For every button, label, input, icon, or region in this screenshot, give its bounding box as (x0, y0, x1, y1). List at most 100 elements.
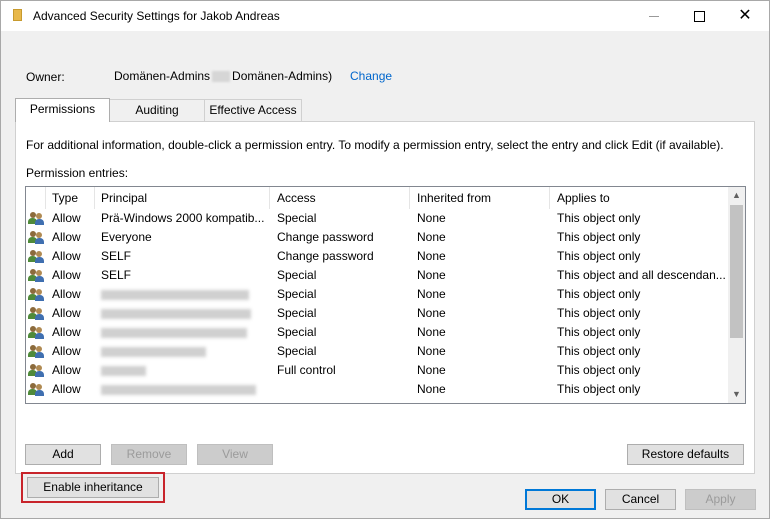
users-icon (26, 228, 46, 247)
view-button[interactable]: View (197, 444, 273, 465)
redacted-owner-name (212, 71, 231, 83)
entry-applies-to: This object only (557, 325, 641, 339)
entry-type: Allow (52, 230, 81, 244)
entry-inherited-from: None (417, 211, 446, 225)
entry-access: Change password (277, 230, 374, 244)
entry-access: Special (277, 211, 317, 225)
entry-type: Allow (52, 211, 81, 225)
permission-entries-list[interactable]: Type Principal Access Inherited from App… (25, 186, 746, 404)
entry-type: Allow (52, 344, 81, 358)
column-header-type[interactable]: Type (45, 187, 95, 209)
entry-type: Allow (52, 325, 81, 339)
ok-button[interactable]: OK (525, 489, 596, 510)
entry-principal (94, 285, 270, 304)
close-icon: ✕ (738, 7, 752, 24)
owner-value-suffix: Domänen-Admins) (232, 69, 333, 83)
tab-permissions[interactable]: Permissions (15, 98, 110, 122)
permission-entry-row[interactable]: Allow Special None This object only (26, 304, 728, 323)
minimize-icon (649, 15, 659, 17)
scroll-thumb[interactable] (730, 205, 743, 338)
permission-entry-row[interactable]: Allow Full control None This object only (26, 361, 728, 380)
cancel-button[interactable]: Cancel (605, 489, 676, 510)
entry-access: Special (277, 344, 317, 358)
scroll-up-icon[interactable]: ▲ (728, 187, 745, 204)
permission-entries-label: Permission entries: (26, 166, 129, 180)
permission-entry-row[interactable]: Allow SELF Special None This object and all … (26, 266, 728, 285)
scroll-down-icon[interactable]: ▼ (728, 386, 745, 403)
permission-entry-row[interactable]: Allow Everyone Change password None This obj… (26, 228, 728, 247)
entry-inherited-from: None (417, 363, 446, 377)
entry-applies-to: This object only (557, 306, 641, 320)
column-header-applies-to[interactable]: Applies to (550, 187, 728, 209)
user-group-icon (28, 306, 45, 320)
users-icon (26, 209, 46, 228)
user-group-icon (28, 249, 45, 263)
enable-inheritance-button[interactable]: Enable inheritance (27, 477, 159, 498)
user-group-icon (28, 211, 45, 225)
user-group-icon (28, 344, 45, 358)
entry-applies-to: This object only (557, 363, 641, 377)
users-icon (26, 323, 46, 342)
permission-entry-row[interactable]: Allow SELF Change password None This object … (26, 247, 728, 266)
entry-inherited-from: None (417, 344, 446, 358)
user-group-icon (28, 230, 45, 244)
users-icon (26, 266, 46, 285)
redacted-principal (101, 308, 251, 319)
remove-button[interactable]: Remove (111, 444, 187, 465)
user-group-icon (28, 268, 45, 282)
tab-auditing[interactable]: Auditing (109, 99, 205, 121)
users-icon (26, 285, 46, 304)
vertical-scrollbar[interactable]: ▲ ▼ (728, 187, 745, 403)
permissions-panel: For additional information, double-click… (15, 121, 755, 503)
entry-principal (94, 304, 270, 323)
users-icon (26, 361, 46, 380)
permission-entry-row[interactable]: Allow Special None This object only (26, 342, 728, 361)
entry-inherited-from: None (417, 268, 446, 282)
list-header: Type Principal Access Inherited from App… (26, 187, 728, 209)
entry-access: Special (277, 306, 317, 320)
entry-inherited-from: None (417, 325, 446, 339)
permission-entry-row[interactable]: Allow Special None This object only (26, 323, 728, 342)
entry-type: Allow (52, 306, 81, 320)
entry-principal (94, 342, 270, 361)
entry-access: Full control (277, 363, 336, 377)
user-group-icon (28, 325, 45, 339)
permission-entry-row[interactable]: Allow Prä-Windows 2000 kompatib... Special… (26, 209, 728, 228)
entry-inherited-from: None (417, 249, 446, 263)
change-owner-link[interactable]: Change (350, 69, 392, 83)
column-header-principal[interactable]: Principal (94, 187, 270, 209)
dialog-body: Owner: Domänen-Admins Domänen-Admins) Cha… (1, 31, 769, 518)
entry-access (270, 380, 410, 399)
entry-principal (94, 380, 270, 399)
user-group-icon (28, 287, 45, 301)
maximize-button[interactable] (676, 1, 722, 31)
users-icon (26, 342, 46, 361)
permissions-info-text: For additional information, double-click… (26, 138, 724, 152)
tab-effective-access[interactable]: Effective Access (204, 99, 302, 121)
advanced-security-settings-window: Advanced Security Settings for Jakob And… (0, 0, 770, 519)
redacted-principal (101, 289, 249, 300)
permission-entry-row[interactable]: Allow Special None This object only (26, 285, 728, 304)
permission-entry-row[interactable]: Allow None This object only (26, 380, 728, 399)
apply-button[interactable]: Apply (685, 489, 756, 510)
entry-access: Change password (277, 249, 374, 263)
entry-access: Special (277, 325, 317, 339)
column-header-inherited-from[interactable]: Inherited from (410, 187, 550, 209)
entry-applies-to: This object only (557, 287, 641, 301)
users-icon (26, 380, 46, 399)
entry-applies-to: This object only (557, 344, 641, 358)
entry-access: Special (277, 268, 317, 282)
entry-applies-to: This object only (557, 249, 641, 263)
entry-access: Special (277, 287, 317, 301)
entry-type: Allow (52, 363, 81, 377)
minimize-button[interactable] (631, 1, 677, 31)
add-button[interactable]: Add (25, 444, 101, 465)
owner-value-prefix: Domänen-Admins (114, 69, 211, 83)
column-header-access[interactable]: Access (270, 187, 410, 209)
restore-defaults-button[interactable]: Restore defaults (627, 444, 744, 465)
entry-type: Allow (52, 382, 81, 396)
entry-applies-to: This object only (557, 230, 641, 244)
close-button[interactable]: ✕ (722, 1, 768, 31)
entry-applies-to: This object and all descendan... (557, 268, 726, 282)
entry-principal: SELF (101, 268, 132, 282)
